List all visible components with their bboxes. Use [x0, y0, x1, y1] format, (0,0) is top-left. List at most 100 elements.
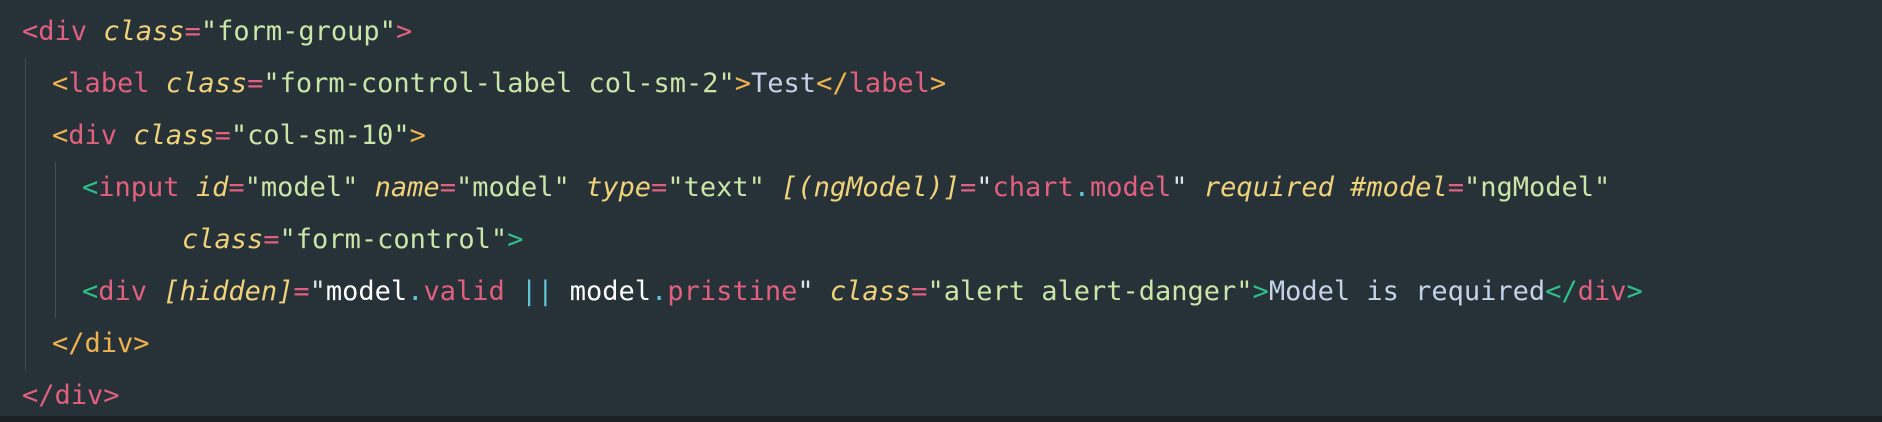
code-token: = [247, 68, 264, 99]
code-line[interactable]: </div> [0, 370, 1882, 422]
code-text: </div> [22, 370, 120, 422]
code-line[interactable]: <div class="form-group"> [0, 6, 1882, 58]
code-token: > [409, 120, 426, 151]
code-token: " [976, 172, 993, 203]
code-text: <div class="form-group"> [22, 6, 412, 58]
code-token: "model" [455, 172, 570, 203]
code-token: name [374, 172, 440, 203]
code-token: input [98, 172, 180, 203]
code-token: div [84, 328, 134, 359]
code-token: > [103, 380, 120, 411]
code-token: type [586, 172, 652, 203]
code-token: </ [816, 68, 849, 99]
code-token: > [734, 68, 752, 99]
code-text: <div [hidden]="model.valid || model.pris… [82, 266, 1643, 318]
code-text: <input id="model" name="model" type="tex… [82, 162, 1610, 214]
code-token: div [1577, 276, 1627, 307]
code-token: " [309, 276, 326, 307]
indent-guide [25, 58, 26, 110]
code-token: [(ngModel)] [781, 172, 960, 203]
indent-guide [25, 266, 26, 318]
code-token: div [54, 380, 104, 411]
code-token: < [52, 120, 69, 151]
indent-guide [25, 162, 26, 214]
code-token: "text" [667, 172, 765, 203]
code-token: class [103, 16, 185, 47]
code-token: Model is required [1268, 276, 1546, 307]
code-token: "form-control-label col-sm-2" [263, 68, 735, 99]
code-token: "form-control" [279, 224, 508, 255]
code-token: || [520, 276, 554, 307]
code-line[interactable]: <div [hidden]="model.valid || model.pris… [0, 266, 1882, 318]
code-token: model [1090, 172, 1172, 203]
code-token: < [82, 172, 99, 203]
code-token: = [184, 16, 201, 47]
code-token: = [228, 172, 245, 203]
code-token: "form-group" [200, 16, 396, 47]
code-token: > [1626, 276, 1643, 307]
code-token: model [325, 276, 408, 307]
code-token: div [38, 16, 88, 47]
code-token: = [439, 172, 456, 203]
code-token: id [195, 172, 229, 203]
code-token: valid [423, 276, 505, 307]
code-token: class [829, 276, 912, 307]
code-token: = [293, 276, 310, 307]
code-token: "ngModel" [1463, 172, 1611, 203]
code-lines: <div class="form-group"> <label class="fo… [0, 6, 1882, 422]
indent-guide [25, 214, 26, 266]
code-token: . [407, 276, 424, 307]
code-token: chart [992, 172, 1074, 203]
code-line[interactable]: < label class="form-control-label col-sm-… [0, 58, 1882, 110]
code-token: </ [22, 380, 55, 411]
horizontal-scrollbar-track[interactable] [0, 416, 1882, 422]
code-text: < label class="form-control-label col-sm-… [52, 58, 946, 110]
code-text: </div> [52, 318, 150, 370]
code-token: [hidden] [163, 276, 294, 307]
code-token: "alert alert-danger" [927, 276, 1253, 307]
code-token: < [22, 16, 39, 47]
code-token: class [133, 120, 215, 151]
indent-guide [55, 214, 56, 266]
code-text: class="form-control"> [182, 214, 523, 266]
code-token: " [1171, 172, 1188, 203]
code-token: . [651, 276, 668, 307]
code-token: label [848, 68, 930, 99]
code-token: > [133, 328, 150, 359]
code-token: required [1203, 172, 1334, 203]
code-token: < [52, 68, 69, 99]
code-text: <div class="col-sm-10"> [52, 110, 426, 162]
code-line[interactable]: class="form-control"> [0, 214, 1882, 266]
code-token: > [395, 16, 413, 47]
code-token: #model [1350, 172, 1448, 203]
code-token: "col-sm-10" [230, 120, 410, 151]
code-token: = [651, 172, 668, 203]
code-token: </ [1545, 276, 1578, 307]
code-token: class [165, 68, 248, 99]
code-token: . [1073, 172, 1091, 203]
code-token: = [214, 120, 231, 151]
code-line[interactable]: </div> [0, 318, 1882, 370]
code-token: </ [52, 328, 85, 359]
code-token: = [1447, 172, 1464, 203]
code-line[interactable]: <input id="model" name="model" type="tex… [0, 162, 1882, 214]
code-token: = [959, 172, 977, 203]
code-token: div [98, 276, 148, 307]
code-token: " [797, 276, 814, 307]
code-token: > [929, 68, 947, 99]
code-line[interactable]: <div class="col-sm-10"> [0, 110, 1882, 162]
code-token: class [182, 224, 264, 255]
code-editor[interactable]: <div class="form-group"> <label class="fo… [0, 0, 1882, 416]
